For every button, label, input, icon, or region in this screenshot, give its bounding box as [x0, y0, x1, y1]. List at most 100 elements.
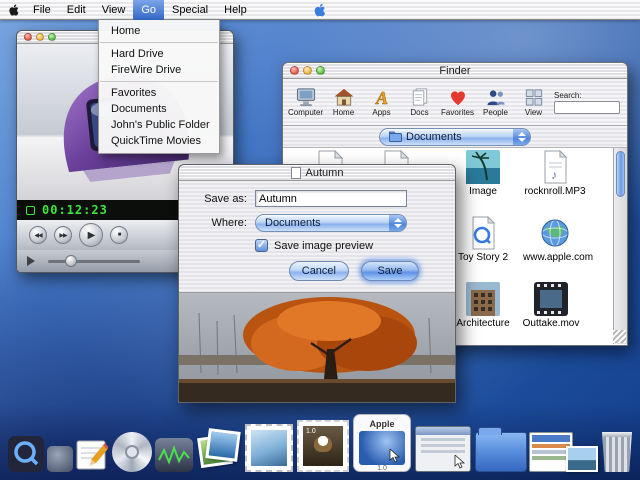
photo-icon [466, 150, 500, 184]
close-button[interactable] [290, 66, 299, 75]
menu-item-documents[interactable]: Documents [99, 101, 219, 117]
textedit-dock-icon[interactable] [74, 438, 108, 472]
checkmark-icon: ✓ [257, 240, 266, 251]
save-dialog-titlebar[interactable]: Autumn [179, 165, 455, 181]
save-as-label: Save as: [193, 193, 247, 205]
save-dialog-body: Save as: Where: Documents ✓ Save image p… [179, 181, 455, 292]
documents-folder-dock-icon[interactable] [475, 432, 527, 472]
scrollbar-thumb[interactable] [616, 151, 625, 197]
toolbar-label: Apps [364, 108, 399, 117]
stamp-artwork [251, 430, 287, 466]
fast-forward-button[interactable]: ▶▶ [54, 226, 72, 244]
macos-poster-dock-icon[interactable]: Apple 1.0 [353, 414, 411, 472]
music-player-dock-icon[interactable] [155, 438, 193, 472]
toolbar-favorites-button[interactable]: Favorites [440, 87, 475, 117]
file-rocknroll-mp3[interactable]: ♪ rocknroll.MP3 [523, 150, 587, 197]
autumn-photo-preview [179, 292, 455, 402]
menu-special[interactable]: Special [164, 0, 216, 20]
webpage-line [532, 456, 570, 460]
zoom-button[interactable] [316, 66, 325, 75]
toolbar-home-button[interactable]: Home [326, 87, 361, 117]
cancel-button[interactable]: Cancel [289, 261, 349, 281]
toolbar-docs-button[interactable]: Docs [402, 87, 437, 117]
poster-title: Apple [359, 419, 405, 429]
finder-titlebar[interactable]: Finder [283, 63, 627, 79]
quicktime-player-dock-icon[interactable] [8, 436, 44, 472]
go-menu-dropdown: Home Hard Drive FireWire Drive Favorites… [98, 20, 220, 154]
resize-grip[interactable] [613, 330, 626, 343]
stamp-artwork: 1.0 [303, 426, 343, 466]
photos-dock-icon[interactable] [197, 428, 241, 472]
poster-version: 1.0 [359, 465, 405, 472]
toolbar-label: Home [326, 108, 361, 117]
search-input[interactable] [554, 101, 620, 114]
menu-file[interactable]: File [25, 0, 59, 20]
toolbar-computer-button[interactable]: Computer [288, 87, 323, 117]
path-popup[interactable]: Documents [379, 128, 531, 146]
file-www-apple-com[interactable]: www.apple.com [523, 216, 587, 263]
file-toy-story-2[interactable]: Toy Story 2 [451, 216, 515, 263]
file-outtake-mov[interactable]: Outtake.mov [519, 282, 583, 329]
stop-button[interactable]: ■ [110, 226, 128, 244]
menu-separator [100, 81, 218, 82]
zoom-button[interactable] [48, 33, 56, 41]
eagle-stamp-dock-icon[interactable]: 1.0 [297, 420, 349, 472]
save-as-input[interactable] [255, 190, 407, 207]
menu-item-hard-drive[interactable]: Hard Drive [99, 46, 219, 62]
file-label: Architecture [451, 318, 515, 329]
where-popup-label: Documents [265, 217, 321, 229]
window-title: Autumn [306, 167, 344, 179]
menu-help[interactable]: Help [216, 0, 255, 20]
where-popup[interactable]: Documents [255, 214, 407, 232]
close-button[interactable] [24, 33, 32, 41]
volume-knob[interactable] [65, 255, 77, 267]
dvd-player-dock-icon[interactable] [112, 432, 152, 472]
speaker-icon [27, 256, 40, 266]
view-grid-icon [522, 87, 546, 108]
popup-arrows-icon [389, 215, 406, 231]
toolbar-people-button[interactable]: People [478, 87, 513, 117]
menu-item-firewire-drive[interactable]: FireWire Drive [99, 62, 219, 78]
mail-dock-icon[interactable] [245, 424, 293, 472]
file-label: www.apple.com [523, 252, 587, 263]
browser-window-dock-icon[interactable] [415, 426, 471, 472]
svg-text:A: A [374, 88, 387, 108]
file-label: Image [451, 186, 515, 197]
menu-item-favorites[interactable]: Favorites [99, 85, 219, 101]
file-architecture[interactable]: Architecture [451, 282, 515, 329]
home-icon [332, 87, 356, 108]
app-dock-icon[interactable] [47, 446, 73, 472]
trash-dock-icon[interactable] [600, 432, 634, 472]
photo-thumb [205, 428, 240, 462]
apple-menu-icon[interactable] [7, 3, 21, 17]
play-button[interactable]: ▶ [79, 223, 103, 247]
menu-separator [100, 42, 218, 43]
window-title: Finder [283, 65, 627, 77]
menu-view[interactable]: View [94, 0, 134, 20]
where-label: Where: [193, 217, 247, 229]
file-label: Toy Story 2 [451, 252, 515, 263]
toolbar-label: Computer [288, 108, 323, 117]
toolbar-view-button[interactable]: View [516, 87, 551, 117]
menu-item-home[interactable]: Home [99, 23, 219, 39]
webpage-line [532, 444, 570, 448]
poster-image [359, 431, 405, 465]
menu-item-johns-public-folder[interactable]: John's Public Folder [99, 117, 219, 133]
movie-indicator-icon [26, 206, 35, 215]
menu-item-quicktime-movies[interactable]: QuickTime Movies [99, 133, 219, 149]
save-dialog-window: Autumn Save as: Where: Documents ✓ Save … [178, 164, 456, 403]
save-image-preview-checkbox[interactable]: ✓ [255, 239, 268, 252]
toolbar-apps-button[interactable]: A Apps [364, 87, 399, 117]
save-button[interactable]: Save [361, 261, 419, 281]
minimize-button[interactable] [303, 66, 312, 75]
webpage-header [532, 435, 570, 442]
menu-edit[interactable]: Edit [59, 0, 94, 20]
menu-go[interactable]: Go [133, 0, 164, 20]
minimize-button[interactable] [36, 33, 44, 41]
window-thumb-line [421, 450, 465, 453]
picture-dock-icon[interactable] [566, 446, 598, 472]
file-image[interactable]: Image [451, 150, 515, 197]
volume-slider[interactable] [48, 260, 140, 263]
rewind-button[interactable]: ◀◀ [29, 226, 47, 244]
vertical-scrollbar[interactable] [613, 148, 627, 344]
